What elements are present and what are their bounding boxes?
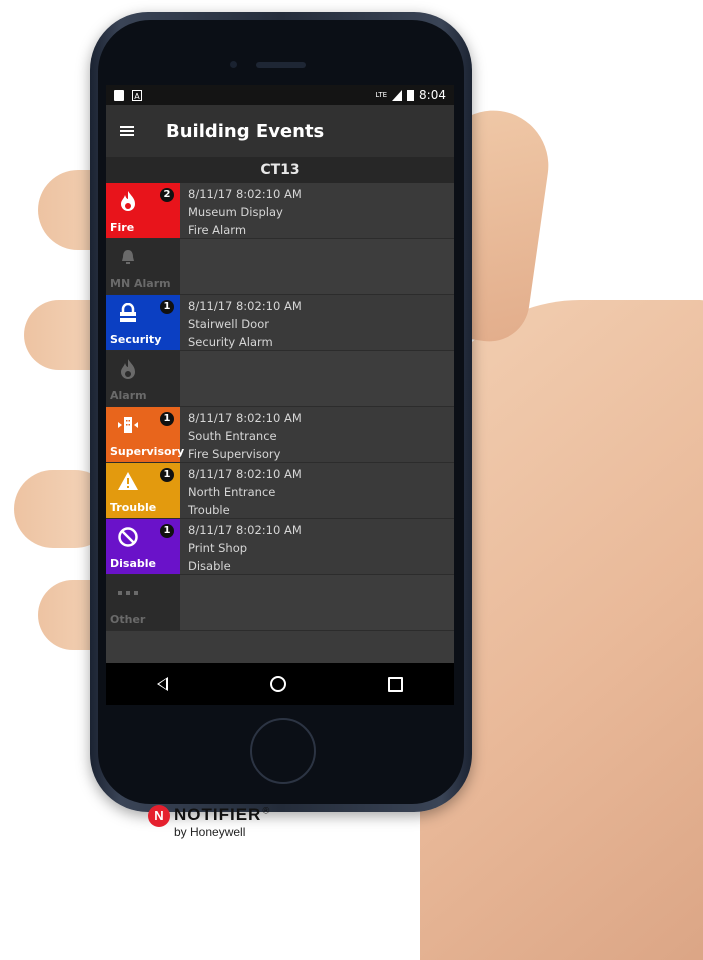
event-timestamp: 8/11/17 8:02:10 AM [188,187,302,201]
lock-icon [116,301,140,325]
event-label: Alarm [110,389,147,402]
fire-icon [116,357,140,381]
event-type: Disable [188,559,231,573]
event-tile[interactable]: Alarm [106,351,180,406]
disable-icon [116,525,140,549]
event-count-badge: 2 [160,188,174,202]
event-row-trouble[interactable]: 1 Trouble 8/11/17 8:02:10 AM North Entra… [106,463,454,519]
event-tile[interactable]: Other [106,575,180,630]
event-tile[interactable]: 1 Supervisory [106,407,184,462]
event-label: MN Alarm [110,277,171,290]
event-type: Trouble [188,503,230,517]
event-label: Other [110,613,146,626]
event-timestamp: 8/11/17 8:02:10 AM [188,299,302,313]
front-camera-icon [230,61,237,68]
event-count-badge: 1 [160,300,174,314]
event-row-other[interactable]: Other [106,575,454,631]
event-row-fire[interactable]: 2 Fire 8/11/17 8:02:10 AM Museum Display… [106,183,454,239]
logo-text: NOTIFIER® by Honeywell [174,805,270,839]
phone-screen: A LTE 8:04 Building Events CT13 2 Fire 8… [106,85,454,705]
event-row-supervisory[interactable]: 1 Supervisory 8/11/17 8:02:10 AM South E… [106,407,454,463]
earpiece-speaker [256,62,306,68]
event-details [180,239,454,294]
hamburger-menu-icon[interactable] [120,126,134,136]
event-details: 8/11/17 8:02:10 AM Print Shop Disable [180,519,454,574]
event-count-badge: 1 [160,524,174,538]
event-location: Stairwell Door [188,317,269,331]
event-list: 2 Fire 8/11/17 8:02:10 AM Museum Display… [106,183,454,631]
lte-label: LTE [375,90,388,99]
event-details: 8/11/17 8:02:10 AM South Entrance Fire S… [180,407,454,462]
status-time: 8:04 [419,88,446,102]
event-type: Security Alarm [188,335,273,349]
door-icon [116,413,140,437]
event-row-disable[interactable]: 1 Disable 8/11/17 8:02:10 AM Print Shop … [106,519,454,575]
event-tile[interactable]: 1 Disable [106,519,180,574]
notifier-logo: N NOTIFIER® by Honeywell [148,805,270,839]
section-header: CT13 [106,157,454,183]
warning-icon [116,469,140,493]
event-tile[interactable]: 1 Security [106,295,180,350]
status-bar: A LTE 8:04 [106,85,454,105]
battery-icon [407,89,415,101]
sd-card-icon [114,89,124,101]
event-label: Trouble [110,501,157,514]
status-bar-right: LTE 8:04 [375,88,446,102]
status-bar-left: A [114,89,142,101]
event-details: 8/11/17 8:02:10 AM Museum Display Fire A… [180,183,454,238]
event-details [180,351,454,406]
event-label: Fire [110,221,135,234]
event-details [180,575,454,630]
home-circle-icon[interactable] [270,676,286,692]
event-row-mn-alarm[interactable]: MN Alarm [106,239,454,295]
event-details: 8/11/17 8:02:10 AM North Entrance Troubl… [180,463,454,518]
event-label: Security [110,333,162,346]
event-count-badge: 1 [160,412,174,426]
event-timestamp: 8/11/17 8:02:10 AM [188,411,302,425]
page-title: Building Events [166,120,325,142]
fire-icon [116,189,140,213]
notifier-logo-mark: N [148,805,170,827]
event-tile[interactable]: 2 Fire [106,183,180,238]
event-row-alarm[interactable]: Alarm [106,351,454,407]
registered-mark: ® [261,806,271,817]
event-tile[interactable]: MN Alarm [106,239,180,294]
signal-icon [392,89,403,101]
event-type: Fire Supervisory [188,447,281,461]
a-notification-icon: A [132,89,142,101]
logo-subtitle: by Honeywell [174,825,246,839]
android-nav-bar [106,663,454,705]
event-type: Fire Alarm [188,223,247,237]
event-location: South Entrance [188,429,277,443]
event-label: Supervisory [110,445,185,458]
event-row-security[interactable]: 1 Security 8/11/17 8:02:10 AM Stairwell … [106,295,454,351]
event-location: North Entrance [188,485,276,499]
app-bar: Building Events [106,105,454,157]
event-label: Disable [110,557,156,570]
event-timestamp: 8/11/17 8:02:10 AM [188,523,302,537]
back-triangle-icon[interactable] [157,677,168,691]
dots-icon [116,581,140,605]
bell-icon [116,245,140,269]
event-tile[interactable]: 1 Trouble [106,463,180,518]
event-location: Print Shop [188,541,248,555]
event-count-badge: 1 [160,468,174,482]
event-details: 8/11/17 8:02:10 AM Stairwell Door Securi… [180,295,454,350]
event-location: Museum Display [188,205,283,219]
event-timestamp: 8/11/17 8:02:10 AM [188,467,302,481]
home-button[interactable] [250,718,316,784]
logo-name: NOTIFIER [174,805,262,824]
recents-square-icon[interactable] [388,676,403,692]
